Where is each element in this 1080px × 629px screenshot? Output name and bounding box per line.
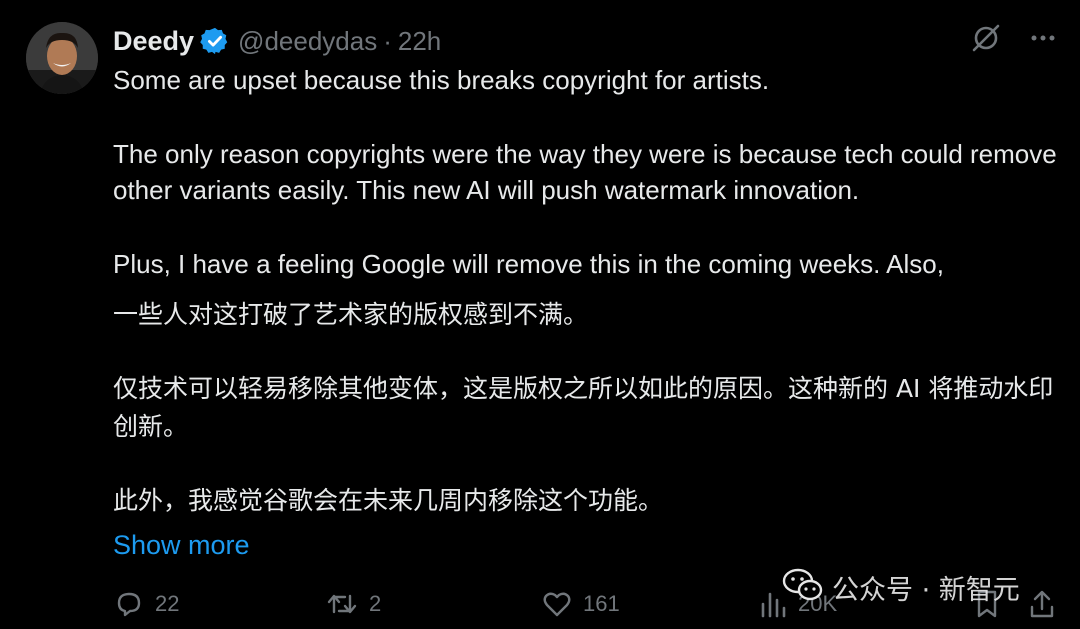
avatar-image bbox=[26, 22, 98, 94]
separator-dot: · bbox=[383, 25, 392, 56]
wechat-icon bbox=[782, 566, 824, 609]
tweet-header: Deedy @deedydas · 22h bbox=[113, 22, 441, 60]
repost-icon bbox=[325, 588, 359, 620]
tweet-paragraph-zh-3: 此外，我感觉谷歌会在未来几周内移除这个功能。 bbox=[113, 486, 664, 515]
share-button[interactable] bbox=[1027, 588, 1057, 620]
timestamp[interactable]: 22h bbox=[398, 26, 441, 57]
tweet-paragraph-zh-1: 一些人对这打破了艺术家的版权感到不满。 bbox=[113, 300, 589, 329]
tweet-paragraph-en-1: Some are upset because this breaks copyr… bbox=[113, 65, 770, 95]
tweet-body: Some are upset because this breaks copyr… bbox=[113, 62, 1073, 520]
reply-count: 22 bbox=[155, 591, 180, 616]
tweet-paragraph-en-2: The only reason copyrights were the way … bbox=[113, 139, 1057, 205]
author-name[interactable]: Deedy bbox=[113, 26, 194, 57]
reply-button[interactable]: 22 bbox=[113, 588, 179, 620]
grok-icon[interactable] bbox=[970, 22, 1002, 54]
share-icon bbox=[1027, 588, 1057, 620]
tweet-top-actions bbox=[970, 22, 1058, 54]
like-icon bbox=[541, 588, 573, 620]
repost-button[interactable]: 2 bbox=[325, 588, 381, 620]
tweet-paragraph-en-3: Plus, I have a feeling Google will remov… bbox=[113, 249, 944, 279]
reply-icon bbox=[113, 588, 145, 620]
author-handle[interactable]: @deedydas bbox=[238, 26, 377, 57]
tweet-paragraph-zh-2: 仅技术可以轻易移除其他变体，这是版权之所以如此的原因。这种新的 AI 将推动水印… bbox=[113, 374, 1054, 441]
more-icon[interactable] bbox=[1028, 23, 1058, 53]
like-button[interactable]: 161 bbox=[541, 588, 620, 620]
show-more-link[interactable]: Show more bbox=[113, 530, 250, 561]
avatar[interactable] bbox=[26, 22, 98, 94]
verified-badge-icon bbox=[200, 26, 230, 56]
repost-count: 2 bbox=[369, 591, 382, 616]
like-count: 161 bbox=[583, 591, 620, 616]
watermark-text: 公众号 · 新智元 bbox=[832, 575, 1020, 606]
wechat-watermark: 公众号 · 新智元 bbox=[782, 566, 1020, 609]
